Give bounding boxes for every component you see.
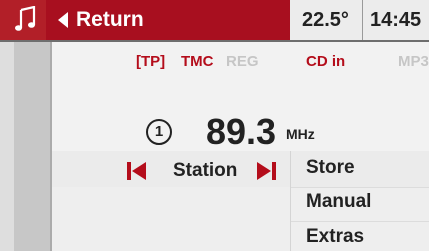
temperature-display: 22.5° [302,9,349,31]
left-panel-outer [0,42,14,251]
station-row [52,151,429,187]
tmc-indicator: TMC [181,53,214,70]
menu-item-manual[interactable]: Manual [306,191,371,213]
menu-item-extras[interactable]: Extras [306,226,364,248]
status-divider [362,0,363,40]
clock-display: 14:45 [370,9,422,31]
return-button[interactable]: Return [46,0,290,40]
header-divider [0,40,429,42]
return-label: Return [76,8,144,31]
mp3-indicator: MP3 [398,53,429,70]
menu-item-store[interactable]: Store [306,157,355,179]
status-area: 22.5° 14:45 [290,0,429,40]
cd-in-indicator: CD in [306,53,346,70]
seek-previous-icon[interactable] [127,162,147,180]
menu-row-divider [291,221,429,222]
music-note-icon [15,6,36,31]
station-label: Station [173,160,238,181]
left-panel-inner [14,42,50,251]
menu-row-divider [291,187,429,188]
menu-divider [290,151,291,251]
frequency-unit: MHz [286,126,315,142]
preset-number-badge: 1 [146,119,172,145]
frequency-value: 89.3 [206,111,277,152]
tp-indicator: [TP] [136,53,166,70]
seek-next-icon[interactable] [256,162,276,180]
back-arrow-icon [58,12,68,28]
music-tab[interactable] [0,0,46,40]
reg-indicator: REG [226,53,259,70]
